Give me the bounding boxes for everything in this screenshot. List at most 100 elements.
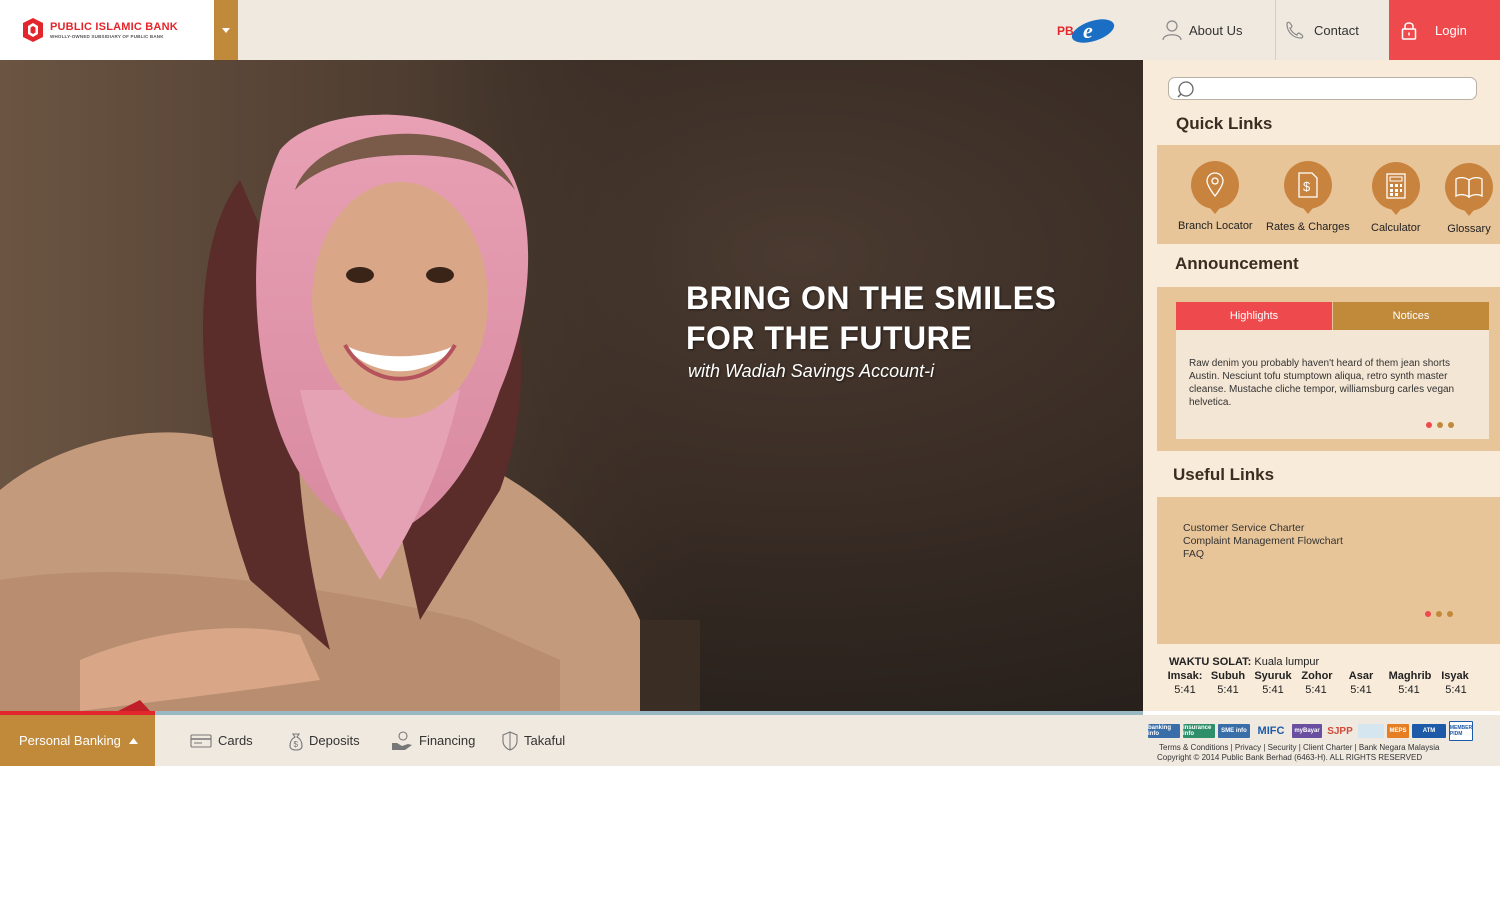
partner-logo[interactable]	[1358, 724, 1384, 738]
bottom-nav-cards[interactable]: Cards	[190, 715, 253, 766]
useful-link-customer-service-charter[interactable]: Customer Service Charter	[1183, 522, 1343, 535]
money-bag-icon: $	[289, 732, 303, 751]
bank-tagline: WHOLLY-OWNED SUBSIDIARY OF PUBLIC BANK	[50, 34, 164, 39]
bottom-nav-label: Deposits	[309, 733, 360, 748]
quick-link-label: Calculator	[1371, 222, 1421, 234]
carousel-dot[interactable]	[1436, 611, 1442, 617]
bottom-nav-takaful[interactable]: Takaful	[502, 715, 565, 766]
hero-title-line2: FOR THE FUTURE	[686, 320, 973, 356]
partner-logo[interactable]: MEMBER PIDM	[1449, 721, 1473, 741]
credit-card-icon	[190, 733, 212, 748]
useful-link-complaint-flowchart[interactable]: Complaint Management Flowchart	[1183, 535, 1343, 548]
hand-coins-icon	[392, 730, 412, 750]
prayer-times-title: WAKTU SOLAT:	[1169, 656, 1252, 668]
partner-logo[interactable]: SJPP	[1325, 724, 1355, 738]
caret-up-icon	[128, 737, 138, 744]
hero-photo	[0, 60, 700, 711]
nav-about-us-label: About Us	[1189, 22, 1243, 38]
carousel-dot-active[interactable]	[1425, 611, 1431, 617]
pbe-logo[interactable]: PB e	[1055, 16, 1117, 46]
carousel-dot-active[interactable]	[1426, 422, 1432, 428]
useful-links-list: Customer Service Charter Complaint Manag…	[1183, 522, 1343, 561]
dollar-document-icon: $	[1283, 161, 1332, 214]
quick-link-rates-charges[interactable]: $ Rates & Charges	[1266, 161, 1350, 233]
partner-logo[interactable]: ATM	[1412, 724, 1446, 738]
partner-logo[interactable]: MEPS	[1387, 724, 1409, 738]
announcement-carousel-dots	[1426, 422, 1454, 428]
bottom-nav-label: Financing	[419, 733, 476, 748]
partner-logo[interactable]: insurance info	[1183, 724, 1215, 738]
prayer-names-row: Imsak: Subuh Syuruk Zohor Asar Maghrib I…	[1168, 670, 1479, 684]
svg-text:$: $	[294, 740, 299, 749]
bottom-nav-label: Takaful	[524, 733, 566, 748]
prayer-location: Kuala lumpur	[1254, 656, 1320, 668]
prayer-name: Imsak:	[1167, 670, 1203, 682]
page: PUBLIC ISLAMIC BANK WHOLLY-OWNED SUBSIDI…	[0, 0, 1500, 900]
svg-text:e: e	[1083, 18, 1093, 43]
quick-link-label: Branch Locator	[1178, 220, 1253, 232]
book-icon	[1445, 163, 1493, 216]
tab-highlights[interactable]: Highlights	[1176, 302, 1332, 330]
useful-links-carousel-dots	[1425, 611, 1453, 617]
bank-logo[interactable]: PUBLIC ISLAMIC BANK WHOLLY-OWNED SUBSIDI…	[0, 0, 214, 60]
bank-name: PUBLIC ISLAMIC BANK	[50, 21, 178, 33]
prayer-time: 5:41	[1174, 684, 1196, 696]
location-pin-icon	[1191, 161, 1240, 214]
copyright: Copyright © 2014 Public Bank Berhad (646…	[1157, 753, 1423, 762]
bottom-nav-deposits[interactable]: $ Deposits	[289, 715, 360, 766]
calculator-icon	[1371, 162, 1420, 215]
bank-logo-icon	[22, 17, 44, 43]
quick-link-branch-locator[interactable]: Branch Locator	[1178, 161, 1253, 232]
carousel-dot[interactable]	[1437, 422, 1443, 428]
announcement-title: Announcement	[1175, 254, 1299, 273]
announcement-text: Raw denim you probably haven't heard of …	[1189, 358, 1455, 408]
prayer-name: Isyak	[1441, 670, 1469, 682]
svg-text:PB: PB	[1057, 24, 1074, 38]
padlock-icon	[1401, 22, 1417, 40]
useful-links-panel: Customer Service Charter Complaint Manag…	[1157, 497, 1500, 644]
partner-logo[interactable]: SME info	[1218, 724, 1250, 738]
hero-subtitle: with Wadiah Savings Account-i	[688, 361, 935, 381]
useful-link-faq[interactable]: FAQ	[1183, 548, 1343, 561]
caret-down-icon	[222, 27, 230, 33]
nav-contact[interactable]: Contact	[1276, 0, 1389, 60]
login-label: Login	[1435, 22, 1467, 38]
announcement-panel: Highlights Notices Raw denim you probabl…	[1157, 287, 1500, 451]
carousel-dot[interactable]	[1448, 422, 1454, 428]
footer-links[interactable]: Terms & Conditions | Privacy | Security …	[1159, 743, 1439, 752]
prayer-time: 5:41	[1305, 684, 1327, 696]
right-sidebar: Quick Links Branch Locator $ Rates & Cha…	[1143, 60, 1500, 711]
quick-link-calculator[interactable]: Calculator	[1371, 162, 1421, 234]
prayer-time: 5:41	[1217, 684, 1239, 696]
prayer-times-row: 5:41 5:41 5:41 5:41 5:41 5:41 5:41	[1169, 684, 1479, 698]
bottom-nav-financing[interactable]: Financing	[391, 715, 475, 766]
quick-link-label: Glossary	[1447, 223, 1491, 235]
tab-notices[interactable]: Notices	[1333, 302, 1489, 330]
prayer-name: Zohor	[1301, 670, 1333, 682]
login-button[interactable]: Login	[1389, 0, 1500, 60]
hero-banner[interactable]: BRING ON THE SMILES FOR THE FUTURE with …	[0, 60, 1143, 711]
prayer-time: 5:41	[1445, 684, 1467, 696]
partner-logo[interactable]: myBayar	[1292, 724, 1322, 738]
prayer-name: Syuruk	[1254, 670, 1292, 682]
site-dropdown-button[interactable]	[214, 0, 238, 60]
personal-banking-button[interactable]: Personal Banking	[0, 715, 155, 766]
top-header: PUBLIC ISLAMIC BANK WHOLLY-OWNED SUBSIDI…	[0, 0, 1500, 60]
partner-logos: banking info insurance info SME info MIF…	[1148, 719, 1500, 743]
prayer-name: Maghrib	[1388, 670, 1432, 682]
quick-link-glossary[interactable]: Glossary	[1445, 163, 1493, 235]
partner-logo[interactable]: MIFC	[1253, 724, 1289, 738]
carousel-dot[interactable]	[1447, 611, 1453, 617]
personal-banking-label: Personal Banking	[19, 733, 121, 748]
user-icon	[1162, 20, 1182, 41]
search-input[interactable]	[1168, 77, 1477, 100]
quick-link-label: Rates & Charges	[1266, 221, 1350, 233]
bottom-nav-label: Cards	[218, 733, 253, 748]
announcement-content: Raw denim you probably haven't heard of …	[1176, 330, 1489, 439]
quick-links-panel: Branch Locator $ Rates & Charges Calcula…	[1157, 145, 1500, 244]
prayer-times: WAKTU SOLAT: Kuala lumpur Imsak: Subuh S…	[1168, 656, 1479, 698]
nav-about-us[interactable]: About Us	[1145, 0, 1275, 60]
partner-logo[interactable]: banking info	[1148, 724, 1180, 738]
prayer-time: 5:41	[1262, 684, 1284, 696]
svg-text:$: $	[1303, 179, 1311, 194]
